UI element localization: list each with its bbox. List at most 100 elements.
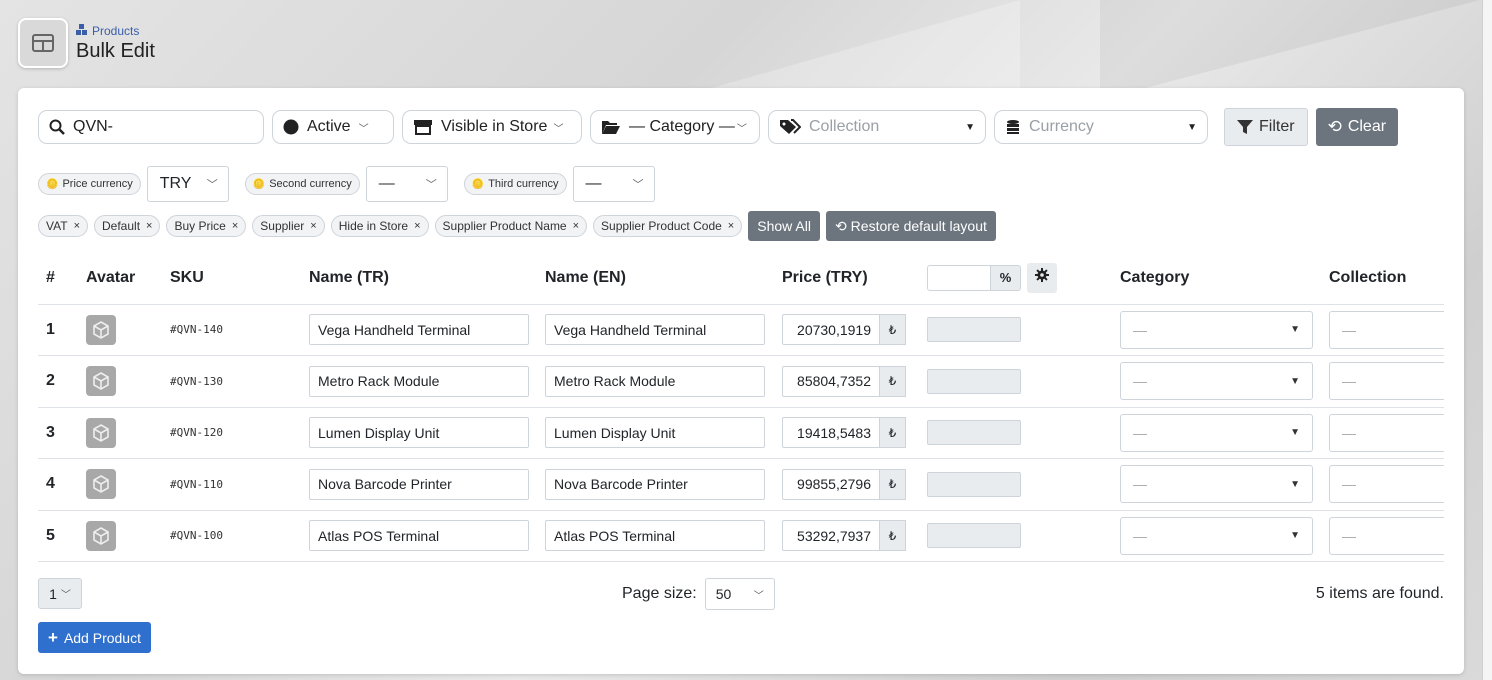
collection-dropdown-value: —: [1342, 424, 1356, 441]
tag-supplier-product-name[interactable]: Supplier Product Name ×: [434, 215, 588, 237]
clear-button[interactable]: ⟲ Clear: [1315, 108, 1399, 146]
row-number: 4: [38, 458, 78, 511]
tag-supplier-product-code[interactable]: Supplier Product Code ×: [593, 215, 743, 237]
add-product-button[interactable]: + Add Product: [38, 622, 151, 653]
plus-icon: +: [48, 627, 58, 647]
price-input[interactable]: 99855,2796: [782, 468, 880, 500]
breadcrumb-products[interactable]: Products: [92, 24, 139, 38]
close-icon[interactable]: ×: [74, 220, 80, 232]
currency-select[interactable]: Currency ▼: [994, 110, 1208, 144]
circle-icon: [283, 119, 299, 135]
computed-price-field: [927, 368, 1021, 394]
category-dropdown[interactable]: — ▼: [1120, 362, 1313, 401]
breadcrumb[interactable]: Products: [76, 24, 155, 38]
collection-dropdown[interactable]: —: [1329, 362, 1444, 401]
filter-icon: [1237, 119, 1253, 135]
category-dropdown[interactable]: — ▼: [1120, 413, 1313, 452]
name-en-input[interactable]: Vega Handheld Terminal: [545, 314, 765, 346]
table-row: 4 #QVN-110 Nova Barcode Printer Nova Bar…: [38, 458, 1444, 511]
collection-dropdown[interactable]: —: [1329, 413, 1444, 452]
row-number: 3: [38, 407, 78, 459]
close-icon[interactable]: ×: [728, 220, 734, 232]
box-icon[interactable]: [86, 520, 116, 551]
box-icon[interactable]: [86, 417, 116, 448]
name-tr-input[interactable]: Atlas POS Terminal: [309, 520, 529, 552]
collection-select[interactable]: Collection ▼: [768, 110, 986, 144]
tag-supplier[interactable]: Supplier ×: [252, 215, 325, 237]
scrollbar[interactable]: [1482, 0, 1492, 680]
collection-dropdown[interactable]: —: [1329, 310, 1444, 349]
category-dropdown[interactable]: — ▼: [1120, 465, 1313, 504]
name-en-input[interactable]: Nova Barcode Printer: [545, 468, 765, 500]
price-input[interactable]: 53292,7937: [782, 520, 880, 552]
filter-bar: QVN- Active ﹀ Visible in Store ﹀ — Categ…: [38, 108, 1399, 146]
page-number: 1: [49, 585, 57, 602]
tag-vat[interactable]: VAT ×: [38, 215, 88, 237]
name-tr-input[interactable]: Nova Barcode Printer: [309, 468, 529, 500]
table-row: 1 #QVN-140 Vega Handheld Terminal Vega H…: [38, 304, 1444, 356]
price-input[interactable]: 85804,7352: [782, 365, 880, 397]
restore-layout-button[interactable]: ⟲ Restore default layout: [825, 211, 996, 241]
collection-dropdown-value: —: [1342, 373, 1356, 390]
chevron-down-icon: ﹀: [736, 123, 747, 135]
collection-dropdown[interactable]: —: [1329, 465, 1444, 504]
close-icon[interactable]: ×: [146, 220, 152, 232]
products-table: # Avatar SKU Name (TR) Name (EN) Price (…: [38, 252, 1444, 562]
caret-down-icon: ▼: [1290, 530, 1300, 542]
visibility-select[interactable]: Visible in Store ﹀: [402, 110, 582, 144]
bulk-edit-card: QVN- Active ﹀ Visible in Store ﹀ — Categ…: [18, 88, 1464, 674]
price-input[interactable]: 19418,5483: [782, 417, 880, 449]
status-select[interactable]: Active ﹀: [272, 110, 394, 144]
currency-symbol: ₺: [880, 365, 906, 397]
name-tr-input[interactable]: Vega Handheld Terminal: [309, 314, 529, 346]
third-currency-select[interactable]: — ﹀: [572, 166, 655, 202]
filter-button[interactable]: Filter: [1224, 108, 1308, 146]
third-currency-text: Third currency: [488, 178, 559, 190]
category-select[interactable]: — Category — ﹀: [590, 110, 760, 144]
collection-dropdown[interactable]: —: [1329, 516, 1444, 555]
computed-price-field: [927, 420, 1021, 446]
price-input[interactable]: 20730,1919: [782, 314, 880, 346]
collection-dropdown-value: —: [1342, 321, 1356, 338]
tag-label: Buy Price: [174, 219, 226, 233]
second-currency-select[interactable]: — ﹀: [365, 166, 448, 202]
tag-hide-in-store[interactable]: Hide in Store ×: [330, 215, 429, 237]
close-icon[interactable]: ×: [414, 220, 420, 232]
tag-label: Hide in Store: [338, 219, 409, 233]
add-product-label: Add Product: [63, 629, 141, 646]
tag-buy-price[interactable]: Buy Price ×: [166, 215, 247, 237]
name-en-input[interactable]: Metro Rack Module: [545, 365, 765, 397]
filter-label: Filter: [1259, 118, 1295, 135]
col-name-tr: Name (TR): [301, 252, 537, 305]
box-icon[interactable]: [86, 366, 116, 397]
box-icon[interactable]: [86, 469, 116, 500]
tag-default[interactable]: Default ×: [94, 215, 161, 237]
collection-dropdown-value: —: [1342, 527, 1356, 544]
page-select[interactable]: 1 ﹀: [38, 578, 82, 609]
tag-label: Supplier Product Name: [442, 219, 567, 233]
category-dropdown[interactable]: — ▼: [1120, 516, 1313, 555]
page-size-select[interactable]: 50 ﹀: [704, 578, 775, 610]
category-dropdown-value: —: [1133, 527, 1147, 544]
table-header-row: # Avatar SKU Name (TR) Name (EN) Price (…: [38, 252, 1444, 305]
restore-layout-label: Restore default layout: [850, 218, 987, 234]
show-all-button[interactable]: Show All: [748, 211, 820, 241]
gear-button[interactable]: [1027, 262, 1057, 293]
currency-symbol: ₺: [880, 520, 906, 552]
row-number: 1: [38, 304, 78, 356]
name-tr-input[interactable]: Lumen Display Unit: [309, 417, 529, 449]
second-currency-value: —: [378, 175, 395, 192]
close-icon[interactable]: ×: [232, 220, 238, 232]
close-icon[interactable]: ×: [573, 220, 579, 232]
box-icon[interactable]: [86, 314, 116, 345]
price-currency-select[interactable]: TRY ﹀: [146, 166, 229, 202]
coins-icon: 🪙: [252, 178, 266, 190]
name-en-input[interactable]: Lumen Display Unit: [545, 417, 765, 449]
items-found-text: 5 items are found.: [1315, 585, 1444, 602]
name-tr-input[interactable]: Metro Rack Module: [309, 365, 529, 397]
close-icon[interactable]: ×: [310, 220, 316, 232]
search-input[interactable]: QVN-: [38, 110, 264, 144]
name-en-input[interactable]: Atlas POS Terminal: [545, 520, 765, 552]
percent-input[interactable]: [927, 264, 991, 291]
category-dropdown[interactable]: — ▼: [1120, 310, 1313, 349]
